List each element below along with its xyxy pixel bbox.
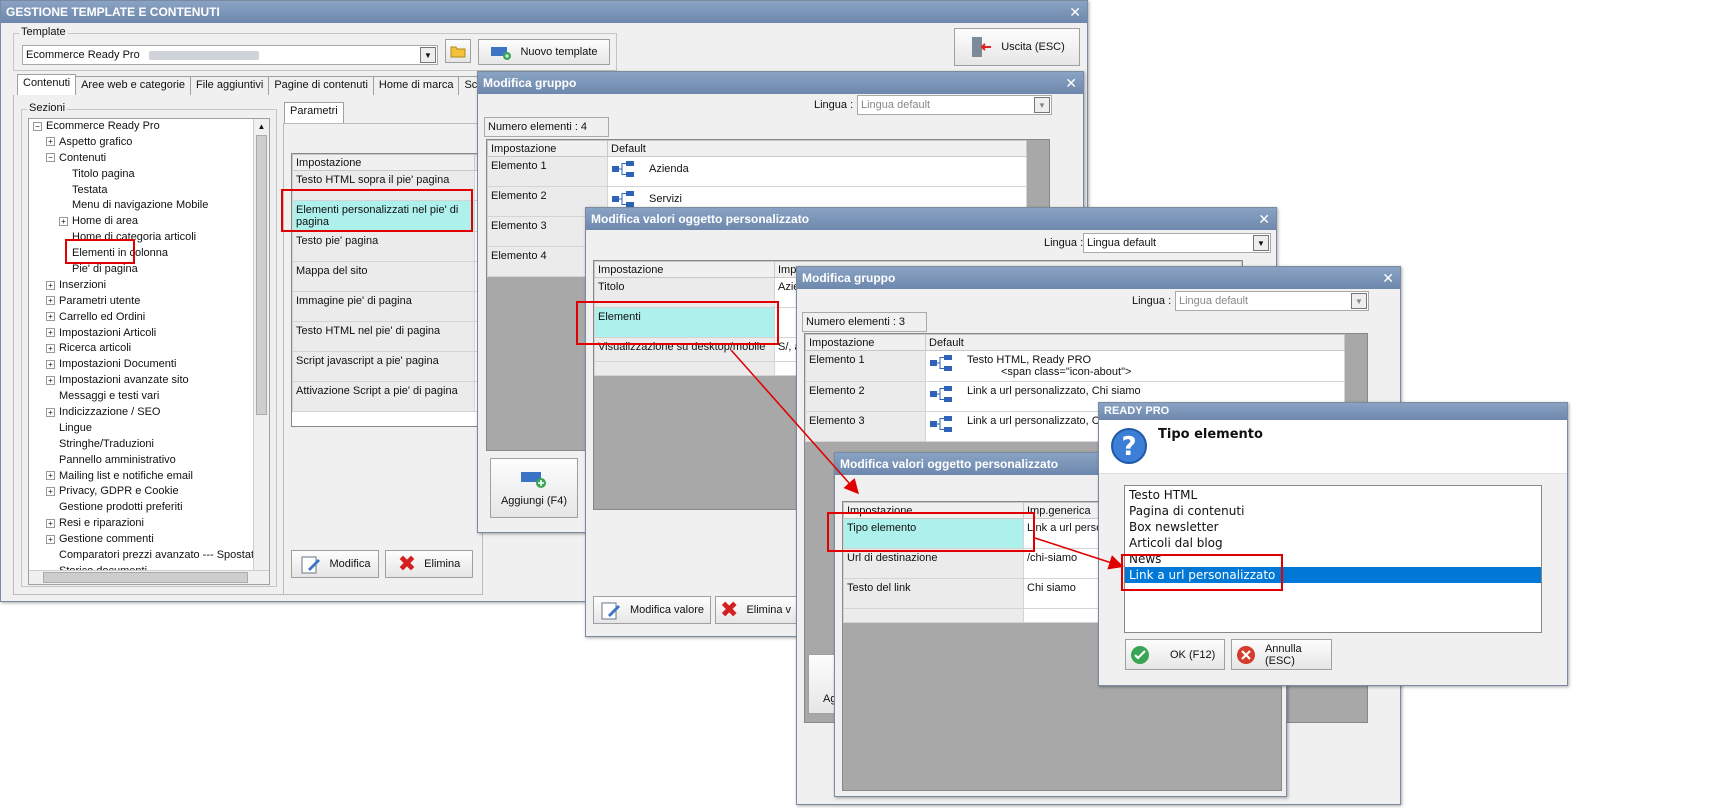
arrow-tipo-to-list xyxy=(1034,537,1124,570)
arrow-elementi-to-object xyxy=(730,349,859,495)
annotation-arrows xyxy=(730,349,1124,570)
